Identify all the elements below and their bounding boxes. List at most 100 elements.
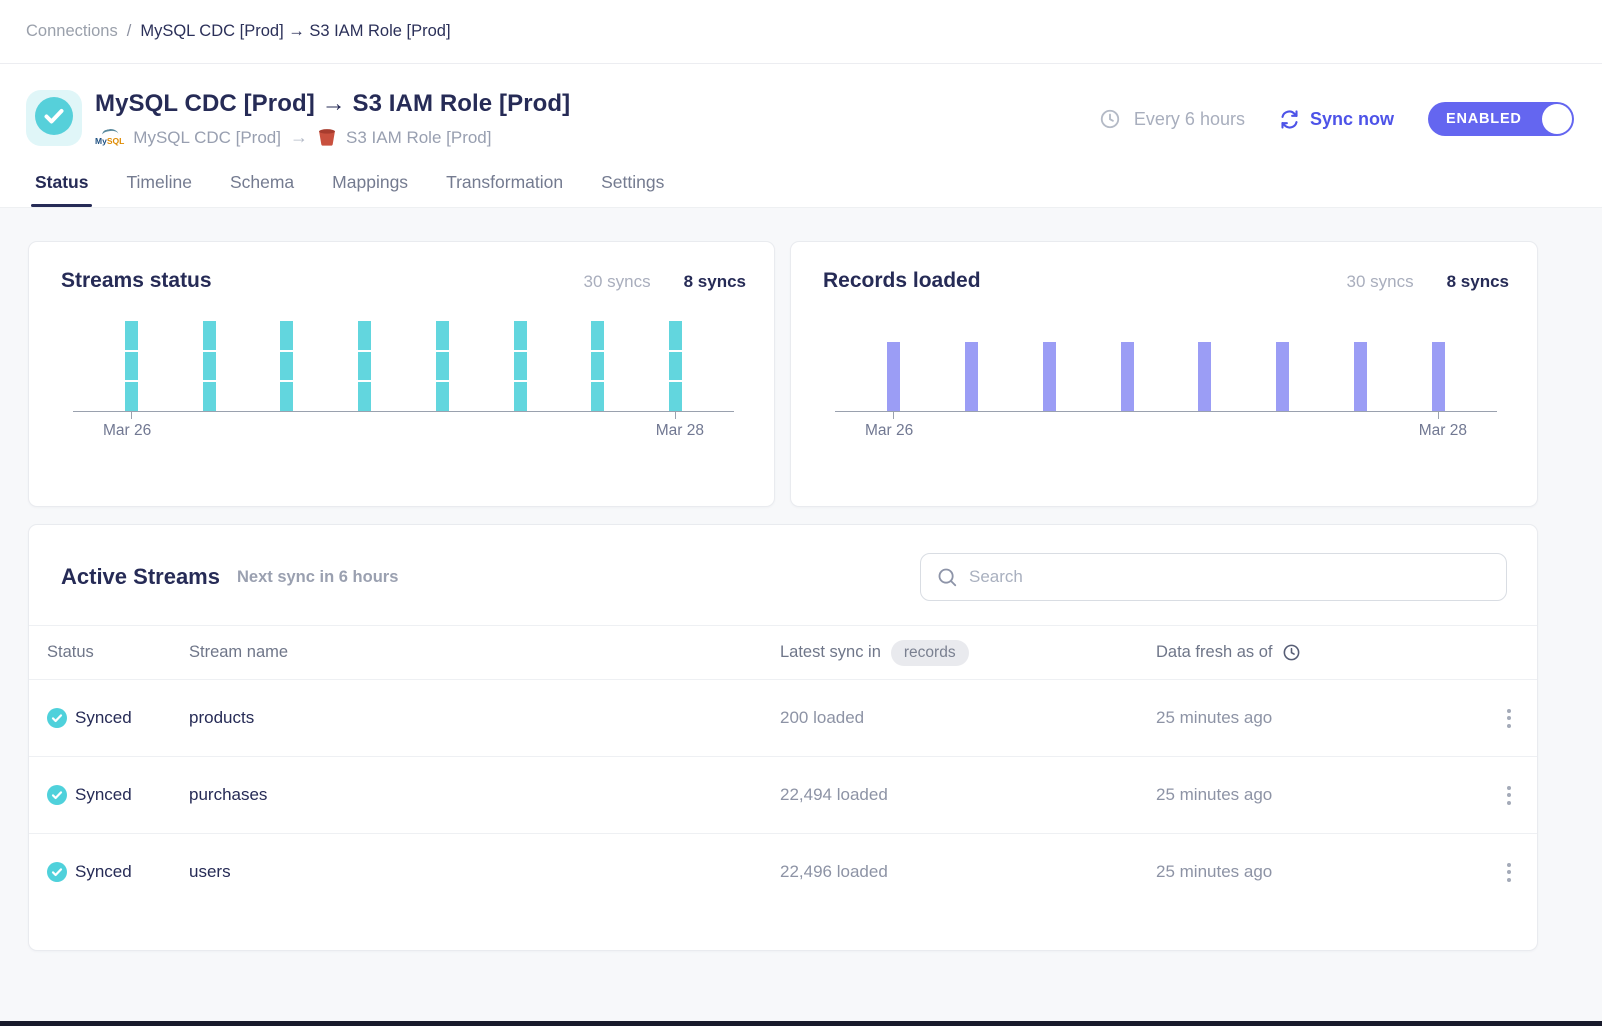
sync-bar[interactable] — [1198, 342, 1211, 411]
sync-bar[interactable] — [1043, 342, 1056, 411]
latest-sync-records: 22,496 loaded — [780, 862, 1156, 882]
table-row[interactable]: Syncedpurchases22,494 loaded25 minutes a… — [29, 756, 1537, 833]
streams-status-title: Streams status — [61, 269, 212, 293]
bar-segment — [591, 352, 604, 381]
sync-bar[interactable] — [358, 321, 371, 411]
active-streams-card: Active Streams Next sync in 6 hours Stat… — [28, 524, 1538, 951]
search-input[interactable] — [920, 553, 1507, 601]
bar-segment — [669, 382, 682, 411]
connection-status-badge — [26, 90, 82, 146]
active-streams-title: Active Streams — [61, 564, 220, 590]
clock-icon — [1282, 643, 1301, 662]
bar-segment — [203, 352, 216, 381]
sync-bar[interactable] — [125, 321, 138, 411]
breadcrumb-connections-link[interactable]: Connections — [26, 22, 118, 41]
bar-segment — [1043, 342, 1056, 411]
data-fresh-value: 25 minutes ago — [1156, 862, 1488, 882]
streams-status-card: Streams status 30 syncs 8 syncs Mar 26 M… — [28, 241, 775, 507]
bar-segment — [280, 382, 293, 411]
bar-segment — [965, 342, 978, 411]
bar-segment — [887, 342, 900, 411]
bar-segment — [125, 382, 138, 411]
connection-header: MySQL CDC [Prod] → S3 IAM Role [Prod] My… — [0, 64, 1602, 208]
x-axis-ticks — [61, 412, 746, 419]
sync-now-button[interactable]: Sync now — [1279, 109, 1394, 130]
tab-settings[interactable]: Settings — [601, 172, 664, 207]
bottom-edge-bar — [0, 1021, 1602, 1026]
synced-check-icon — [47, 708, 67, 728]
sync-bar[interactable] — [1121, 342, 1134, 411]
search-icon — [936, 566, 958, 588]
range-option-30-syncs[interactable]: 30 syncs — [584, 272, 651, 292]
sync-bar[interactable] — [669, 321, 682, 411]
table-row[interactable]: Synced users22,496 loaded25 minutes ago — [29, 833, 1537, 910]
sync-bar[interactable] — [514, 321, 527, 411]
column-header-data-fresh: Data fresh as of — [1156, 643, 1272, 662]
stream-status-label: Synced — [75, 785, 132, 805]
bar-segment — [1198, 342, 1211, 411]
breadcrumb-current: MySQL CDC [Prod] → S3 IAM Role [Prod] — [140, 22, 450, 41]
enabled-toggle[interactable]: ENABLED — [1428, 102, 1574, 136]
records-loaded-card: Records loaded 30 syncs 8 syncs Mar 26 M… — [790, 241, 1538, 507]
bar-segment — [358, 382, 371, 411]
sync-bar[interactable] — [591, 321, 604, 411]
range-option-8-syncs[interactable]: 8 syncs — [684, 272, 746, 292]
search-box — [920, 553, 1507, 601]
latest-sync-records: 200 loaded — [780, 708, 1156, 728]
sync-bar[interactable] — [1276, 342, 1289, 411]
sync-bar[interactable] — [1432, 342, 1445, 411]
bar-segment — [203, 382, 216, 411]
bar-segment — [125, 321, 138, 350]
arrow-right-icon: → — [290, 127, 308, 148]
s3-bucket-icon — [317, 127, 337, 148]
x-axis-ticks — [823, 412, 1509, 419]
check-circle-icon — [34, 96, 74, 141]
bar-segment — [514, 352, 527, 381]
x-tick-label-end: Mar 28 — [656, 422, 704, 440]
table-row[interactable]: Syncedproducts200 loaded25 minutes ago — [29, 679, 1537, 756]
breadcrumb-separator: / — [127, 22, 132, 41]
sync-bar[interactable] — [280, 321, 293, 411]
data-fresh-value: 25 minutes ago — [1156, 785, 1488, 805]
stream-status-label: Synced — [75, 862, 132, 882]
page-title: MySQL CDC [Prod] → S3 IAM Role [Prod] — [95, 90, 570, 118]
mysql-logo-icon: MySQL — [95, 129, 124, 146]
bar-segment — [358, 321, 371, 350]
row-menu-button[interactable] — [1499, 857, 1519, 888]
sync-bar[interactable] — [203, 321, 216, 411]
enabled-toggle-label: ENABLED — [1428, 111, 1522, 127]
sync-bar[interactable] — [436, 321, 449, 411]
tab-mappings[interactable]: Mappings — [332, 172, 408, 207]
records-unit-badge[interactable]: records — [891, 640, 969, 666]
streams-range-toggle: 30 syncs 8 syncs — [584, 272, 746, 292]
sync-bar[interactable] — [887, 342, 900, 411]
x-tick-label-end: Mar 28 — [1419, 422, 1467, 440]
synced-check-icon — [47, 862, 67, 882]
bar-segment — [591, 321, 604, 350]
stream-name: purchases — [189, 785, 780, 805]
row-menu-button[interactable] — [1499, 780, 1519, 811]
sync-bar[interactable] — [1354, 342, 1367, 411]
bar-segment — [280, 352, 293, 381]
sync-bar[interactable] — [965, 342, 978, 411]
streams-table-body: Syncedproducts200 loaded25 minutes agoSy… — [29, 679, 1537, 910]
stream-name: products — [189, 708, 780, 728]
clock-icon — [1099, 108, 1121, 130]
axis-tick — [1438, 412, 1440, 419]
range-option-30-syncs[interactable]: 30 syncs — [1347, 272, 1414, 292]
bar-segment — [125, 352, 138, 381]
tab-bar: Status Timeline Schema Mappings Transformati… — [26, 172, 1574, 207]
streams-status-chart: Mar 26 Mar 28 — [61, 321, 746, 440]
tab-transformation[interactable]: Transformation — [446, 172, 563, 207]
bar-segment — [669, 321, 682, 350]
sync-now-label: Sync now — [1310, 109, 1394, 130]
tab-status[interactable]: Status — [35, 172, 88, 207]
tab-schema[interactable]: Schema — [230, 172, 294, 207]
axis-tick — [131, 412, 133, 419]
range-option-8-syncs[interactable]: 8 syncs — [1447, 272, 1509, 292]
synced-check-icon — [47, 785, 67, 805]
stream-name: users — [189, 862, 780, 882]
row-menu-button[interactable] — [1499, 703, 1519, 734]
data-fresh-value: 25 minutes ago — [1156, 708, 1488, 728]
tab-timeline[interactable]: Timeline — [126, 172, 191, 207]
